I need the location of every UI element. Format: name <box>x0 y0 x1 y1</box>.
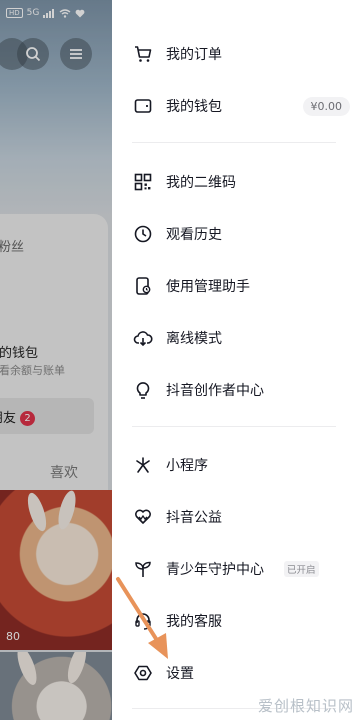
wallet-icon <box>133 96 153 116</box>
menu-item-orders[interactable]: 我的订单 <box>112 28 360 80</box>
annotation-arrow <box>116 577 168 659</box>
divider <box>132 142 336 143</box>
watermark: 爱创根知识网 <box>257 697 354 715</box>
wallet-balance: ¥0.00 <box>302 96 350 116</box>
menu-label: 使用管理助手 <box>166 279 250 295</box>
menu-label: 观看历史 <box>166 227 222 243</box>
menu-label: 离线模式 <box>166 331 222 347</box>
mini-program-icon <box>133 455 153 475</box>
menu-item-charity[interactable]: 抖音公益 <box>112 491 360 543</box>
background-profile-page: HD 5G 粉丝 我的钱包 查看余额与账单 朋友2 喜欢 80 <box>0 0 112 720</box>
menu-item-qrcode[interactable]: 我的二维码 <box>112 156 360 208</box>
menu-label: 小程序 <box>166 458 208 474</box>
menu-label: 我的钱包 <box>166 99 222 115</box>
heart-hands-icon <box>133 507 153 527</box>
menu-item-history[interactable]: 观看历史 <box>112 208 360 260</box>
menu-item-offline-mode[interactable]: 离线模式 <box>112 312 360 364</box>
lightbulb-icon <box>133 380 153 400</box>
divider <box>132 426 336 427</box>
menu-item-creator-center[interactable]: 抖音创作者中心 <box>112 364 360 416</box>
menu-label: 我的订单 <box>166 47 222 63</box>
clock-icon <box>133 224 153 244</box>
menu-label: 抖音创作者中心 <box>166 383 264 399</box>
menu-item-usage-manager[interactable]: 使用管理助手 <box>112 260 360 312</box>
menu-label: 我的二维码 <box>166 175 236 191</box>
status-badge: 已开启 <box>284 561 319 577</box>
qrcode-icon <box>133 172 153 192</box>
cloud-download-icon <box>133 328 153 348</box>
menu-item-mini-programs[interactable]: 小程序 <box>112 439 360 491</box>
cart-icon <box>133 44 153 64</box>
settings-hexagon-icon <box>133 663 153 683</box>
menu-label: 设置 <box>166 666 194 682</box>
phone-manage-icon <box>133 276 153 296</box>
menu-item-wallet[interactable]: 我的钱包 ¥0.00 <box>112 80 360 132</box>
menu-label: 抖音公益 <box>166 510 222 526</box>
